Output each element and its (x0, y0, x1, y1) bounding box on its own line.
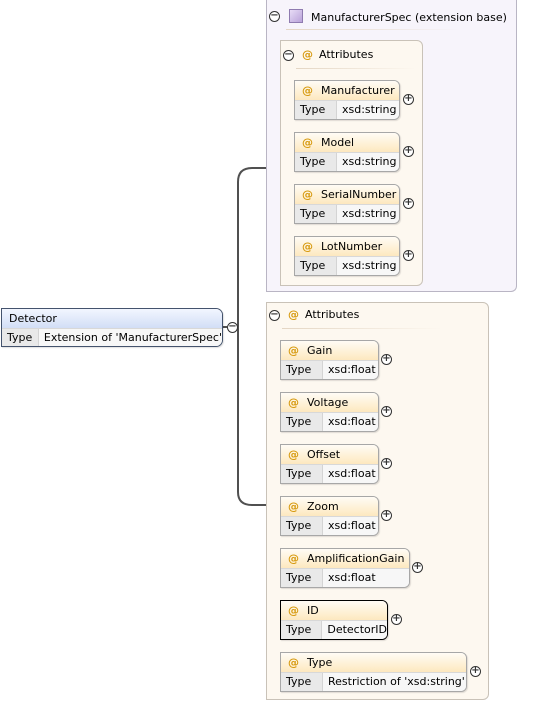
type-key: Type (281, 465, 323, 483)
type-key: Type (281, 361, 323, 379)
collapse-detector-attributes-toggle[interactable]: − (269, 310, 280, 321)
type-value: xsd:string (337, 205, 399, 223)
attribute-voltage[interactable]: @ Voltage Type xsd:float (280, 392, 379, 432)
attribute-icon: @ (288, 552, 299, 565)
attribute-name: Gain (307, 344, 333, 357)
type-key: Type (295, 205, 337, 223)
attribute-name: SerialNumber (321, 188, 397, 201)
type-key: Type (295, 153, 337, 171)
detector-attributes-label: Attributes (305, 308, 360, 321)
connector-own (237, 327, 266, 506)
attribute-name: Type (307, 656, 333, 669)
attribute-offset[interactable]: @ Offset Type xsd:float (280, 444, 379, 484)
attribute-icon: @ (288, 656, 299, 669)
attribute-amplificationgain[interactable]: @ AmplificationGain Type xsd:float (280, 548, 410, 588)
collapse-base-toggle[interactable]: − (269, 11, 280, 22)
attribute-icon: @ (288, 500, 299, 513)
type-value: xsd:float (323, 517, 378, 535)
detector-attributes-header: @ Attributes (288, 308, 359, 321)
type-key: Type (281, 517, 323, 535)
complex-type-icon (289, 9, 303, 23)
attribute-icon: @ (288, 344, 299, 357)
collapse-detector-toggle[interactable]: − (227, 322, 238, 333)
type-value: xsd:float (323, 413, 378, 431)
expand-manufacturer-toggle[interactable]: + (403, 94, 414, 105)
type-value: xsd:string (337, 257, 399, 275)
extension-base-title: ManufacturerSpec (extension base) (311, 11, 507, 24)
type-key: Type (281, 569, 323, 587)
attribute-lotnumber[interactable]: @ LotNumber Type xsd:string (294, 236, 400, 276)
element-name: Detector (9, 312, 57, 325)
attribute-icon: @ (288, 604, 299, 617)
type-key: Type (281, 673, 323, 691)
attribute-icon: @ (302, 136, 313, 149)
attribute-group-icon: @ (302, 48, 313, 61)
type-value: xsd:string (337, 101, 399, 119)
expand-id-toggle[interactable]: + (391, 614, 402, 625)
element-detector[interactable]: Detector Type Extension of 'ManufacturerS… (1, 308, 223, 347)
base-attributes-label: Attributes (319, 48, 374, 61)
attribute-name: Zoom (307, 500, 339, 513)
attribute-icon: @ (288, 396, 299, 409)
type-value: xsd:float (323, 569, 409, 587)
extension-base-header: ManufacturerSpec (extension base) (289, 9, 507, 24)
expand-gain-toggle[interactable]: + (381, 354, 392, 365)
expand-amplificationgain-toggle[interactable]: + (412, 562, 423, 573)
attribute-icon: @ (288, 448, 299, 461)
type-key: Type (295, 101, 337, 119)
expand-serialnumber-toggle[interactable]: + (403, 198, 414, 209)
expand-lotnumber-toggle[interactable]: + (403, 250, 414, 261)
attribute-zoom[interactable]: @ Zoom Type xsd:float (280, 496, 379, 536)
attribute-model[interactable]: @ Model Type xsd:string (294, 132, 400, 172)
type-value: xsd:float (323, 465, 378, 483)
type-key: Type (281, 621, 323, 639)
attribute-name: Model (321, 136, 355, 149)
type-value: Restriction of 'xsd:string' (323, 673, 466, 691)
type-key: Type (295, 257, 337, 275)
expand-zoom-toggle[interactable]: + (381, 510, 392, 521)
attribute-icon: @ (302, 240, 313, 253)
base-attributes-header: @ Attributes (302, 48, 373, 61)
type-value: Extension of 'ManufacturerSpec' (38, 329, 222, 346)
attribute-manufacturer[interactable]: @ Manufacturer Type xsd:string (294, 80, 400, 120)
attribute-icon: @ (302, 188, 313, 201)
expand-voltage-toggle[interactable]: + (381, 406, 392, 417)
connector-base (237, 167, 266, 327)
attribute-group-icon: @ (288, 308, 299, 321)
attribute-type[interactable]: @ Type Type Restriction of 'xsd:string' (280, 652, 467, 692)
attribute-name: ID (307, 604, 319, 617)
attribute-icon: @ (302, 84, 313, 97)
expand-type-toggle[interactable]: + (470, 666, 481, 677)
type-key: Type (281, 413, 323, 431)
attribute-id[interactable]: @ ID Type DetectorID (280, 600, 388, 640)
collapse-base-attributes-toggle[interactable]: − (283, 50, 294, 61)
attribute-gain[interactable]: @ Gain Type xsd:float (280, 340, 379, 380)
attribute-serialnumber[interactable]: @ SerialNumber Type xsd:string (294, 184, 400, 224)
attribute-name: LotNumber (321, 240, 383, 253)
attribute-name: AmplificationGain (307, 552, 405, 565)
type-value: xsd:string (337, 153, 399, 171)
expand-model-toggle[interactable]: + (403, 146, 414, 157)
type-key: Type (2, 329, 39, 346)
type-value: DetectorID (322, 621, 387, 639)
expand-offset-toggle[interactable]: + (381, 458, 392, 469)
type-value: xsd:float (323, 361, 378, 379)
attribute-name: Voltage (307, 396, 349, 409)
attribute-name: Offset (307, 448, 341, 461)
attribute-name: Manufacturer (321, 84, 395, 97)
